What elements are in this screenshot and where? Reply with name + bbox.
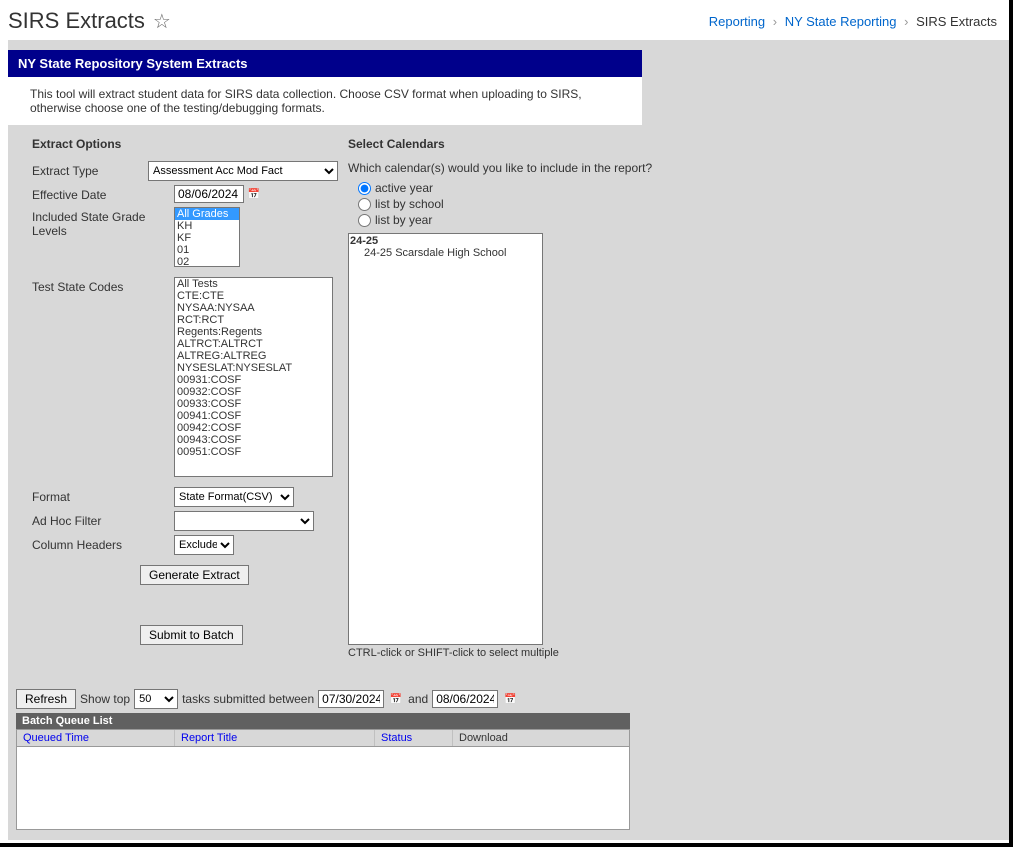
tasks-between-label: tasks submitted between xyxy=(182,692,314,706)
queued-time-header[interactable]: Queued Time xyxy=(23,732,89,744)
test-option[interactable]: Regents:Regents xyxy=(175,326,332,338)
ctrl-hint: CTRL-click or SHIFT-click to select mult… xyxy=(348,647,999,659)
date-to-input[interactable] xyxy=(432,690,498,708)
star-icon[interactable]: ☆ xyxy=(153,9,171,34)
batch-queue-body xyxy=(17,747,629,829)
report-title-header[interactable]: Report Title xyxy=(181,732,237,744)
test-option[interactable]: NYSESLAT:NYSESLAT xyxy=(175,362,332,374)
effective-date-input[interactable] xyxy=(174,185,244,203)
grade-option[interactable]: 01 xyxy=(175,244,239,256)
active-year-label: active year xyxy=(375,181,433,195)
test-option[interactable]: NYSAA:NYSAA xyxy=(175,302,332,314)
panel-description: This tool will extract student data for … xyxy=(8,77,642,125)
select-calendars-title: Select Calendars xyxy=(348,137,999,151)
test-option[interactable]: 00931:COSF xyxy=(175,374,332,386)
submit-to-batch-button[interactable]: Submit to Batch xyxy=(140,625,243,645)
calendar-icon[interactable]: 📅 xyxy=(388,691,404,707)
test-option[interactable]: 00951:COSF xyxy=(175,446,332,458)
generate-extract-button[interactable]: Generate Extract xyxy=(140,565,249,585)
format-label: Format xyxy=(32,487,174,504)
list-by-school-label: list by school xyxy=(375,197,444,211)
date-from-input[interactable] xyxy=(318,690,384,708)
test-option[interactable]: 00943:COSF xyxy=(175,434,332,446)
page-title-text: SIRS Extracts xyxy=(8,8,145,34)
page-title: SIRS Extracts ☆ xyxy=(8,8,171,34)
list-by-school-radio[interactable] xyxy=(358,198,371,211)
grade-option[interactable]: KH xyxy=(175,220,239,232)
headers-label: Column Headers xyxy=(32,535,174,552)
grade-option[interactable]: All Grades xyxy=(175,208,239,220)
breadcrumb-current: SIRS Extracts xyxy=(916,14,997,29)
adhoc-select[interactable] xyxy=(174,511,314,531)
extract-type-select[interactable]: Assessment Acc Mod Fact xyxy=(148,161,338,181)
chevron-right-icon: › xyxy=(773,14,777,29)
calendar-tree[interactable]: 24-25 24-25 Scarsdale High School xyxy=(348,233,543,645)
breadcrumb-reporting[interactable]: Reporting xyxy=(709,14,765,29)
show-top-label: Show top xyxy=(80,692,130,706)
calendar-year[interactable]: 24-25 xyxy=(350,235,541,247)
grade-levels-list[interactable]: All GradesKHKF0102 xyxy=(174,207,240,267)
grade-option[interactable]: KF xyxy=(175,232,239,244)
test-option[interactable]: 00933:COSF xyxy=(175,398,332,410)
panel-header: NY State Repository System Extracts xyxy=(8,50,642,77)
extract-type-label: Extract Type xyxy=(32,161,148,178)
list-by-year-label: list by year xyxy=(375,213,432,227)
test-option[interactable]: All Tests xyxy=(175,278,332,290)
format-select[interactable]: State Format(CSV) xyxy=(174,487,294,507)
extract-options-title: Extract Options xyxy=(32,137,338,151)
and-label: and xyxy=(408,692,428,706)
test-option[interactable]: CTE:CTE xyxy=(175,290,332,302)
test-option[interactable]: RCT:RCT xyxy=(175,314,332,326)
list-by-year-radio[interactable] xyxy=(358,214,371,227)
chevron-right-icon: › xyxy=(904,14,908,29)
headers-select[interactable]: Exclude xyxy=(174,535,234,555)
active-year-radio[interactable] xyxy=(358,182,371,195)
show-top-select[interactable]: 50 xyxy=(134,689,178,709)
test-option[interactable]: 00941:COSF xyxy=(175,410,332,422)
test-option[interactable]: 00932:COSF xyxy=(175,386,332,398)
calendar-child[interactable]: 24-25 Scarsdale High School xyxy=(350,247,541,259)
calendar-icon[interactable]: 📅 xyxy=(246,186,262,202)
adhoc-label: Ad Hoc Filter xyxy=(32,511,174,528)
download-header: Download xyxy=(453,730,629,746)
grade-levels-label: Included State Grade Levels xyxy=(32,207,174,238)
breadcrumb-ny-state[interactable]: NY State Reporting xyxy=(785,14,897,29)
test-codes-label: Test State Codes xyxy=(32,277,174,294)
test-codes-list[interactable]: All TestsCTE:CTENYSAA:NYSAARCT:RCTRegent… xyxy=(174,277,333,477)
batch-queue-table: Queued Time Report Title Status Download xyxy=(16,729,630,830)
calendar-icon[interactable]: 📅 xyxy=(502,691,518,707)
calendar-prompt: Which calendar(s) would you like to incl… xyxy=(348,161,999,175)
test-option[interactable]: 00942:COSF xyxy=(175,422,332,434)
status-header[interactable]: Status xyxy=(381,732,412,744)
breadcrumb: Reporting › NY State Reporting › SIRS Ex… xyxy=(709,14,997,29)
refresh-button[interactable]: Refresh xyxy=(16,689,76,709)
effective-date-label: Effective Date xyxy=(32,185,174,202)
test-option[interactable]: ALTREG:ALTREG xyxy=(175,350,332,362)
test-option[interactable]: ALTRCT:ALTRCT xyxy=(175,338,332,350)
batch-queue-header: Batch Queue List xyxy=(16,713,630,729)
grade-option[interactable]: 02 xyxy=(175,256,239,267)
